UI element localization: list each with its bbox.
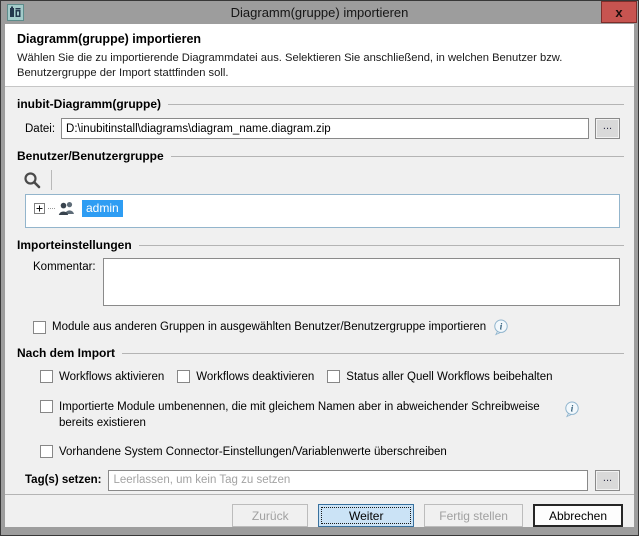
workflows-activate-checkbox[interactable]	[40, 370, 53, 383]
group-title-diagram: inubit-Diagramm(gruppe)	[17, 96, 624, 111]
group-rule	[122, 353, 624, 354]
group-title-import-settings: Importeinstellungen	[17, 237, 624, 252]
tags-input[interactable]	[108, 470, 588, 491]
rename-modules-row: Importierte Module umbenennen, die mit g…	[40, 400, 620, 431]
window-title: Diagramm(gruppe) importieren	[1, 5, 638, 20]
cancel-button[interactable]: Abbrechen	[533, 504, 623, 527]
button-bar: Zurück Weiter Fertig stellen Abbrechen	[5, 494, 634, 527]
tree-connector	[48, 208, 55, 209]
file-browse-button[interactable]: ...	[595, 118, 620, 139]
next-button[interactable]: Weiter	[318, 504, 414, 527]
overwrite-settings-row: Vorhandene System Connector-Einstellunge…	[40, 443, 620, 460]
page-title: Diagramm(gruppe) importieren	[17, 32, 624, 46]
tree-node-label[interactable]: admin	[82, 200, 123, 217]
comment-row: Kommentar:	[33, 258, 620, 306]
inubit-app-icon	[7, 4, 24, 21]
search-icon[interactable]	[23, 171, 42, 190]
module-import-checkbox[interactable]	[33, 321, 46, 334]
back-button[interactable]: Zurück	[232, 504, 308, 527]
workflows-deactivate-option: Workflows deaktivieren	[177, 370, 314, 383]
file-label: Datei:	[25, 123, 55, 135]
rename-modules-checkbox[interactable]	[40, 400, 53, 413]
file-row: Datei: ...	[25, 118, 620, 139]
user-search-toolbar	[23, 168, 620, 192]
group-title-after-import: Nach dem Import	[17, 345, 624, 360]
titlebar: Diagramm(gruppe) importieren x	[1, 1, 638, 24]
page-description: Wählen Sie die zu importierende Diagramm…	[17, 51, 624, 80]
workflows-activate-option: Workflows aktivieren	[40, 370, 164, 383]
toolbar-separator	[51, 170, 52, 190]
tags-browse-button[interactable]: ...	[595, 470, 620, 491]
group-rule	[168, 104, 624, 105]
keep-status-option: Status aller Quell Workflows beibehalten	[327, 370, 552, 383]
dialog-content: Diagramm(gruppe) importieren Wählen Sie …	[5, 24, 634, 527]
workflows-deactivate-checkbox[interactable]	[177, 370, 190, 383]
file-path-input[interactable]	[61, 118, 589, 139]
close-button[interactable]: x	[601, 1, 637, 23]
wizard-header: Diagramm(gruppe) importieren Wählen Sie …	[5, 24, 634, 87]
comment-textarea[interactable]	[103, 258, 620, 306]
finish-button[interactable]: Fertig stellen	[424, 504, 523, 527]
module-import-row: Module aus anderen Gruppen in ausgewählt…	[33, 318, 620, 336]
overwrite-settings-label: Vorhandene System Connector-Einstellunge…	[59, 446, 447, 458]
expand-icon[interactable]	[34, 203, 45, 214]
tree-row-admin[interactable]: admin	[34, 200, 123, 217]
tags-label: Tag(s) setzen:	[25, 474, 101, 486]
close-icon: x	[615, 6, 622, 19]
module-import-label: Module aus anderen Gruppen in ausgewählt…	[52, 321, 486, 333]
rename-modules-label: Importierte Module umbenennen, die mit g…	[59, 400, 557, 431]
group-rule	[171, 156, 624, 157]
info-icon[interactable]: i	[563, 401, 582, 418]
user-tree: admin	[25, 194, 620, 228]
group-title-user: Benutzer/Benutzergruppe	[17, 148, 624, 163]
workflow-options-row: Workflows aktivieren Workflows deaktivie…	[40, 368, 620, 385]
comment-label: Kommentar:	[33, 261, 96, 273]
group-rule	[139, 245, 624, 246]
tags-row: Tag(s) setzen: ...	[25, 469, 620, 491]
keep-status-checkbox[interactable]	[327, 370, 340, 383]
info-icon[interactable]: i	[492, 319, 511, 336]
user-group-icon	[58, 201, 76, 216]
overwrite-settings-checkbox[interactable]	[40, 445, 53, 458]
import-dialog-window: Diagramm(gruppe) importieren x Diagramm(…	[0, 0, 639, 536]
